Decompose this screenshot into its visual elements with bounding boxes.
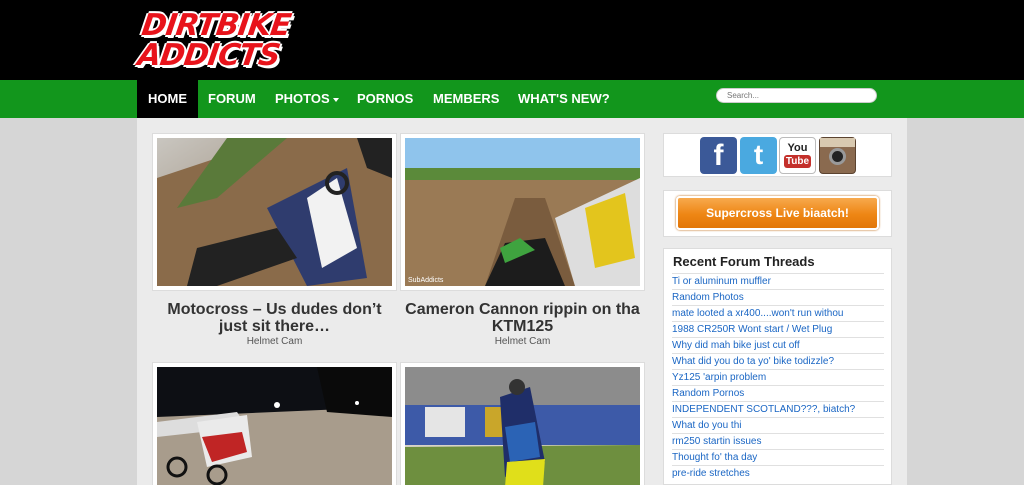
- thread-link[interactable]: Yz125 'arpin problem: [672, 369, 884, 385]
- thread-link[interactable]: Why did mah bike just cut off: [672, 337, 884, 353]
- site-logo[interactable]: DIRTBIKE ADDICTS: [135, 6, 338, 74]
- site-header: DIRTBIKE ADDICTS: [0, 0, 1024, 80]
- forum-threads-title: Recent Forum Threads: [673, 254, 815, 269]
- post-card[interactable]: Motocross – Us dudes don’t just sit ther…: [152, 133, 397, 348]
- nav-pornos[interactable]: PORNOS: [346, 80, 424, 118]
- post-thumbnail[interactable]: [400, 362, 645, 485]
- post-image: [157, 138, 392, 286]
- post-thumbnail[interactable]: SubAddicts: [400, 133, 645, 291]
- youtube-icon[interactable]: You Tube: [779, 137, 816, 174]
- post-image: SubAddicts: [405, 138, 640, 286]
- thread-link[interactable]: Thought fo' tha day: [672, 449, 884, 465]
- recent-forum-threads: Recent Forum Threads Ti or aluminum muff…: [663, 248, 892, 485]
- post-thumbnail[interactable]: [152, 362, 397, 485]
- logo-wordmark: DIRTBIKE ADDICTS: [135, 6, 338, 74]
- post-image: [405, 367, 640, 485]
- post-category[interactable]: Helmet Cam: [400, 336, 645, 347]
- instagram-icon[interactable]: [819, 137, 856, 174]
- thread-link[interactable]: INDEPENDENT SCOTLAND???, biatch?: [672, 401, 884, 417]
- facebook-icon[interactable]: f: [700, 137, 737, 174]
- thread-link[interactable]: What do you thi: [672, 417, 884, 433]
- thread-link[interactable]: pre-ride stretches: [672, 465, 884, 481]
- twitter-icon[interactable]: t: [740, 137, 777, 174]
- nav-home[interactable]: HOME: [137, 80, 198, 118]
- post-title[interactable]: Motocross – Us dudes don’t just sit ther…: [152, 301, 397, 335]
- post-card[interactable]: [400, 362, 645, 485]
- search-input[interactable]: [716, 88, 877, 103]
- nav-members[interactable]: MEMBERS: [422, 80, 510, 118]
- post-title[interactable]: Cameron Cannon rippin on tha KTM125: [400, 301, 645, 335]
- nav-photos[interactable]: PHOTOS: [264, 80, 350, 118]
- caret-down-icon: [332, 97, 339, 102]
- thread-link[interactable]: Random Pornos: [672, 385, 884, 401]
- image-watermark: SubAddicts: [408, 277, 444, 284]
- thread-link[interactable]: What did you do ta yo' bike todizzle?: [672, 353, 884, 369]
- thread-link[interactable]: Random Photos: [672, 289, 884, 305]
- thread-link[interactable]: 1988 CR250R Wont start / Wet Plug: [672, 321, 884, 337]
- supercross-live-button[interactable]: Supercross Live biaatch!: [676, 196, 879, 230]
- post-card[interactable]: SubAddicts Cameron Cannon rippin on tha …: [400, 133, 645, 348]
- thread-link[interactable]: mate looted a xr400....won't run withou: [672, 305, 884, 321]
- nav-forum[interactable]: FORUM: [197, 80, 267, 118]
- nav-whats-new[interactable]: WHAT'S NEW?: [507, 80, 621, 118]
- logo-line-2: ADDICTS: [135, 38, 282, 73]
- thread-link[interactable]: rm250 startin issues: [672, 433, 884, 449]
- post-category[interactable]: Helmet Cam: [152, 336, 397, 347]
- post-image: [157, 367, 392, 485]
- thread-link[interactable]: Ti or aluminum muffler: [672, 273, 884, 289]
- nav-photos-label: PHOTOS: [275, 91, 330, 106]
- social-links-box: f t You Tube: [663, 133, 892, 177]
- post-thumbnail[interactable]: [152, 133, 397, 291]
- post-card[interactable]: [152, 362, 397, 485]
